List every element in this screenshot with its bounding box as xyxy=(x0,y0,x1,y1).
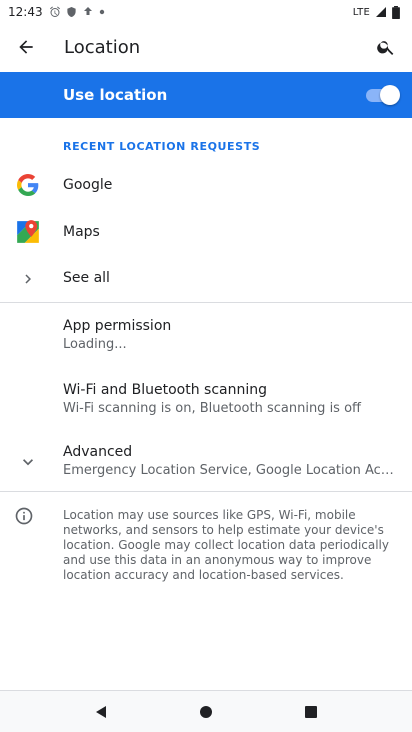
info-icon xyxy=(15,507,33,525)
wifi-bluetooth-text: Wi-Fi and Bluetooth scanning Wi-Fi scann… xyxy=(63,382,393,416)
app-permission-text: App permission Loading... xyxy=(63,318,171,352)
advanced-text: Advanced Emergency Location Service, Goo… xyxy=(63,444,395,478)
maps-text: Maps xyxy=(63,224,100,240)
use-location-label: Use location xyxy=(63,86,168,104)
use-location-toggle[interactable] xyxy=(364,84,400,106)
search-icon xyxy=(377,41,394,55)
cast-icon xyxy=(83,7,92,15)
advanced-row[interactable]: Advanced Emergency Location Service, Goo… xyxy=(0,438,412,486)
system-nav-bar xyxy=(0,690,412,732)
use-location-row[interactable]: Use location xyxy=(0,72,412,118)
back-button[interactable] xyxy=(0,24,52,70)
maps-icon xyxy=(14,218,42,246)
nav-recents-button[interactable] xyxy=(291,692,331,732)
recent-request-google[interactable]: Google xyxy=(0,164,412,206)
nav-home-button[interactable] xyxy=(186,692,226,732)
toggle-thumb xyxy=(380,85,400,105)
see-all-label: See all xyxy=(63,270,110,286)
arrow-back-icon xyxy=(19,40,33,54)
app-permission-title: App permission xyxy=(63,318,172,334)
divider xyxy=(0,302,412,303)
google-text: Google xyxy=(63,177,112,193)
status-left: 12:43 xyxy=(8,5,105,19)
advanced-title: Advanced xyxy=(63,444,133,460)
home-icon xyxy=(199,705,212,718)
chevron-right-icon xyxy=(14,265,42,293)
app-bar: Location xyxy=(0,24,412,70)
advanced-subtitle: Emergency Location Service, Google Locat… xyxy=(63,463,395,478)
status-notification-icons xyxy=(49,6,105,18)
nav-back-button[interactable] xyxy=(81,692,121,732)
see-all-text: See all xyxy=(63,270,110,286)
recent-requests-header: RECENT LOCATION REQUESTS xyxy=(63,140,261,153)
shield-icon xyxy=(66,6,76,18)
dot-icon xyxy=(99,9,104,15)
search-button[interactable] xyxy=(360,24,412,70)
recents-icon xyxy=(305,705,318,718)
app-permission-subtitle: Loading... xyxy=(63,337,127,352)
app-permission-row[interactable]: App permission Loading... xyxy=(0,312,412,360)
alarm-icon xyxy=(49,6,60,17)
wifi-bluetooth-scanning-row[interactable]: Wi-Fi and Bluetooth scanning Wi-Fi scann… xyxy=(0,376,412,424)
network-type: LTE xyxy=(352,6,370,18)
status-time: 12:43 xyxy=(8,5,43,19)
back-icon xyxy=(95,705,106,718)
location-info-text: Location may use sources like GPS, Wi-Fi… xyxy=(63,508,389,582)
battery-icon xyxy=(392,5,400,19)
status-bar: 12:43 LTE xyxy=(0,0,412,24)
wifi-bluetooth-subtitle: Wi-Fi scanning is on, Bluetooth scanning… xyxy=(63,401,361,416)
see-all-row[interactable]: See all xyxy=(0,258,412,300)
chevron-down-icon xyxy=(14,448,42,476)
divider xyxy=(0,491,412,492)
signal-icon xyxy=(376,7,386,17)
status-right: LTE xyxy=(352,5,400,19)
maps-label: Maps xyxy=(63,224,100,240)
recent-request-maps[interactable]: Maps xyxy=(0,210,412,254)
google-icon xyxy=(14,171,42,199)
google-label: Google xyxy=(63,177,113,193)
wifi-bluetooth-title: Wi-Fi and Bluetooth scanning xyxy=(63,382,268,398)
page-title: Location xyxy=(64,36,141,58)
